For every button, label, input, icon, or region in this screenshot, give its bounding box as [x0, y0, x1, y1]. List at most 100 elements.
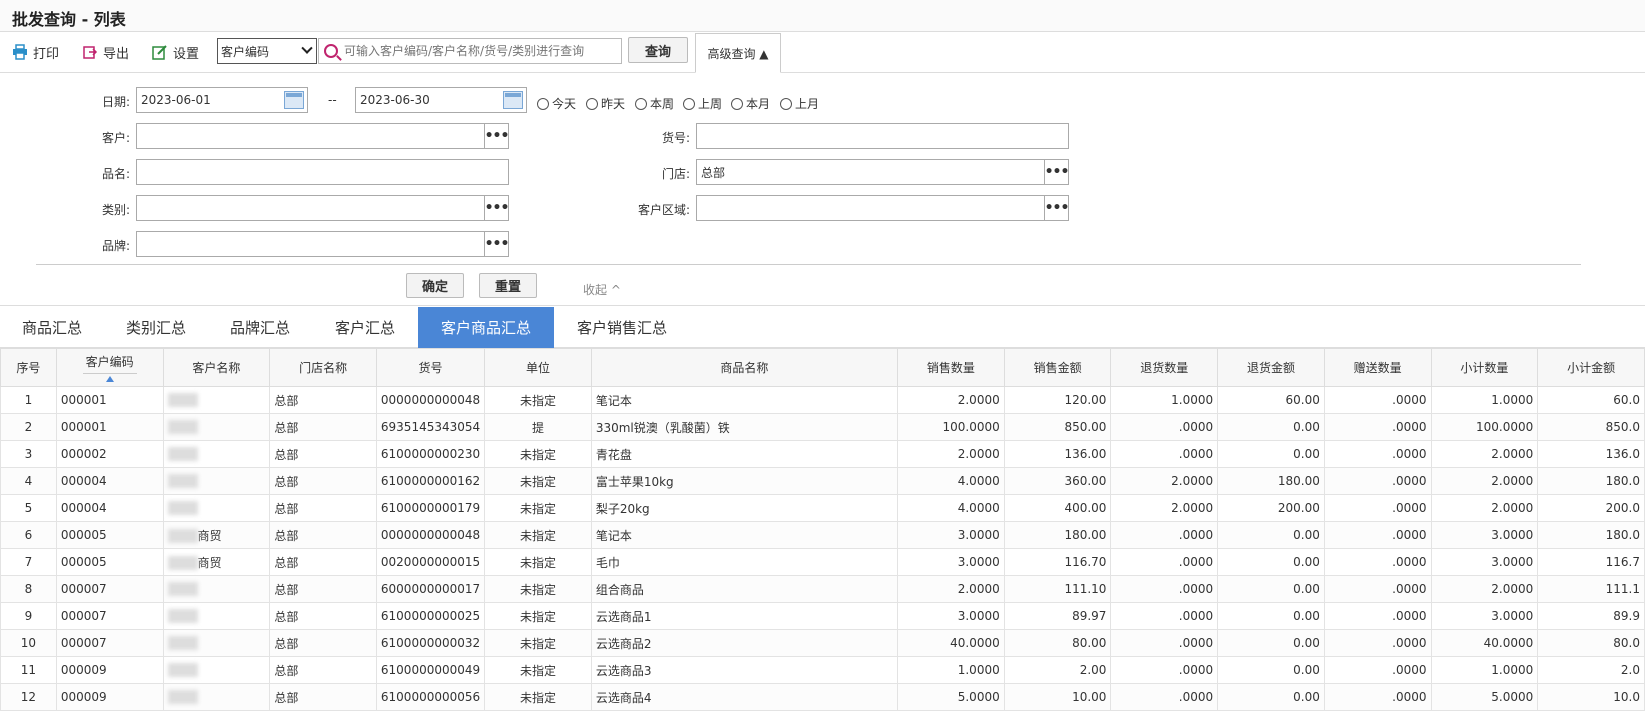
column-header-label: 赠送数量 — [1353, 361, 1402, 375]
column-header-label: 商品名称 — [720, 361, 769, 375]
export-button[interactable]: 导出 — [82, 42, 129, 62]
column-header[interactable]: 小计金额 — [1537, 348, 1645, 387]
table-row[interactable]: 10 000007 总部 6100000000032 未指定 云选商品2 40.0000 80… — [0, 629, 1645, 657]
tab-4[interactable]: 客户商品汇总 — [418, 307, 554, 348]
column-header[interactable]: 客户名称 — [162, 348, 271, 387]
brand-field[interactable]: ••• — [136, 231, 509, 257]
table-cell: .0000 — [1323, 683, 1432, 711]
table-cell: 000002 — [55, 440, 164, 468]
redacted-name-mask — [167, 501, 198, 516]
date-from-field[interactable]: 2023-06-01 — [136, 87, 308, 113]
table-cell: .0000 — [1323, 629, 1432, 657]
column-header[interactable]: 序号 — [0, 348, 57, 387]
table-cell: 136.0 — [1537, 440, 1645, 468]
table-cell: 180.0 — [1537, 467, 1645, 495]
table-cell: 3.0000 — [896, 521, 1005, 549]
table-row[interactable]: 7 000005 商贸 总部 0020000000015 未指定 毛巾 3.0000 116.7… — [0, 548, 1645, 576]
search-field-select[interactable]: 客户编码 — [217, 38, 317, 64]
name-field[interactable] — [136, 159, 509, 185]
table-row[interactable]: 6 000005 商贸 总部 0000000000048 未指定 笔记本 3.0000 180.… — [0, 521, 1645, 549]
table-row[interactable]: 5 000004 总部 6100000000179 未指定 梨子20kg 4.0000 400… — [0, 494, 1645, 522]
table-row[interactable]: 9 000007 总部 6100000000025 未指定 云选商品1 3.0000 89.9… — [0, 602, 1645, 630]
table-cell: 116.70 — [1003, 548, 1112, 576]
more-icon[interactable]: ••• — [1044, 196, 1069, 220]
quick-date-radio[interactable]: 上周 — [683, 95, 722, 112]
column-header[interactable]: 销售数量 — [896, 348, 1005, 387]
column-header[interactable]: 门店名称 — [269, 348, 377, 387]
quick-date-radio[interactable]: 本周 — [635, 95, 674, 112]
table-row[interactable]: 4 000004 总部 6100000000162 未指定 富士苹果10kg 4.0000 3… — [0, 467, 1645, 495]
table-cell: 未指定 — [484, 521, 592, 549]
table-row[interactable]: 3 000002 总部 6100000000230 未指定 青花盘 2.0000 136.00… — [0, 440, 1645, 468]
customer-field[interactable]: ••• — [136, 123, 509, 149]
column-header[interactable]: 退货数量 — [1110, 348, 1219, 387]
column-header-label: 小计数量 — [1460, 361, 1509, 375]
table-row[interactable]: 12 000009 总部 6100000000056 未指定 云选商品4 5.0000 10.… — [0, 683, 1645, 711]
table-cell: 180.00 — [1217, 467, 1325, 495]
chevron-down-icon — [301, 42, 313, 54]
calendar-icon[interactable] — [503, 91, 523, 109]
column-header[interactable]: 小计数量 — [1430, 348, 1539, 387]
tab-2[interactable]: 品牌汇总 — [208, 307, 312, 348]
table-cell: 6100000000049 — [375, 656, 486, 684]
table-row[interactable]: 2 000001 总部 6935145343054 提 330ml锐澳（乳酸菌）铁 100.… — [0, 413, 1645, 441]
quick-date-label: 上月 — [795, 97, 820, 111]
table-cell: 200.0 — [1537, 494, 1645, 522]
column-header[interactable]: 退货金额 — [1217, 348, 1325, 387]
store-field[interactable]: 总部 ••• — [696, 159, 1069, 185]
table-cell — [162, 602, 271, 630]
table-cell: 111.1 — [1537, 575, 1645, 603]
table-cell: .0000 — [1110, 548, 1219, 576]
table-cell: 60.0 — [1537, 386, 1645, 414]
table-cell: 富士苹果10kg — [590, 467, 898, 495]
quick-date-radio[interactable]: 昨天 — [586, 95, 625, 112]
table-cell: 6100000000056 — [375, 683, 486, 711]
tab-0[interactable]: 商品汇总 — [0, 307, 104, 348]
date-to-field[interactable]: 2023-06-30 — [355, 87, 527, 113]
calendar-icon[interactable] — [284, 91, 304, 109]
more-icon[interactable]: ••• — [484, 232, 509, 256]
collapse-link[interactable]: 收起 ^ — [583, 281, 621, 298]
quick-date-radio[interactable]: 今天 — [537, 95, 576, 112]
print-button[interactable]: 打印 — [12, 42, 59, 62]
column-header-label: 货号 — [418, 361, 443, 375]
advanced-query-button[interactable]: 高级查询 ▲ — [695, 33, 781, 73]
settings-label: 设置 — [173, 46, 200, 62]
redacted-name-mask — [167, 609, 198, 624]
search-input[interactable] — [344, 44, 614, 58]
region-field[interactable]: ••• — [696, 195, 1069, 221]
settings-button[interactable]: 设置 — [152, 42, 199, 62]
category-label: 类别: — [101, 203, 130, 217]
table-row[interactable]: 8 000007 总部 6000000000017 未指定 组合商品 2.0000 111.1… — [0, 575, 1645, 603]
tab-1[interactable]: 类别汇总 — [104, 307, 208, 348]
column-header[interactable]: 客户编码 — [55, 348, 164, 387]
table-cell: 0.00 — [1217, 683, 1325, 711]
tab-5[interactable]: 客户销售汇总 — [554, 307, 690, 348]
table-cell: 5.0000 — [1430, 683, 1539, 711]
table-row[interactable]: 11 000009 总部 6100000000049 未指定 云选商品3 1.0000 2.0… — [0, 656, 1645, 684]
table-cell: 1.0000 — [1430, 386, 1539, 414]
table-cell — [162, 467, 271, 495]
tab-3[interactable]: 客户汇总 — [313, 307, 417, 348]
table-cell: .0000 — [1110, 683, 1219, 711]
reset-button[interactable]: 重置 — [479, 273, 537, 298]
category-field[interactable]: ••• — [136, 195, 509, 221]
more-icon[interactable]: ••• — [484, 124, 509, 148]
redacted-name-mask — [167, 447, 198, 462]
table-cell: .0000 — [1110, 521, 1219, 549]
more-icon[interactable]: ••• — [484, 196, 509, 220]
column-header[interactable]: 单位 — [484, 348, 592, 387]
column-header[interactable]: 商品名称 — [590, 348, 898, 387]
column-header[interactable]: 赠送数量 — [1323, 348, 1432, 387]
quick-date-radio[interactable]: 本月 — [731, 95, 770, 112]
table-cell: 未指定 — [484, 602, 592, 630]
query-button[interactable]: 查询 — [628, 37, 688, 63]
quick-date-radio[interactable]: 上月 — [780, 95, 819, 112]
table-cell: 总部 — [269, 413, 377, 441]
more-icon[interactable]: ••• — [1044, 160, 1069, 184]
column-header[interactable]: 销售金额 — [1003, 348, 1112, 387]
column-header[interactable]: 货号 — [375, 348, 486, 387]
sku-field[interactable] — [696, 123, 1069, 149]
table-row[interactable]: 1 000001 总部 0000000000048 未指定 笔记本 2.0000 120.00… — [0, 386, 1645, 414]
confirm-button[interactable]: 确定 — [406, 273, 464, 298]
